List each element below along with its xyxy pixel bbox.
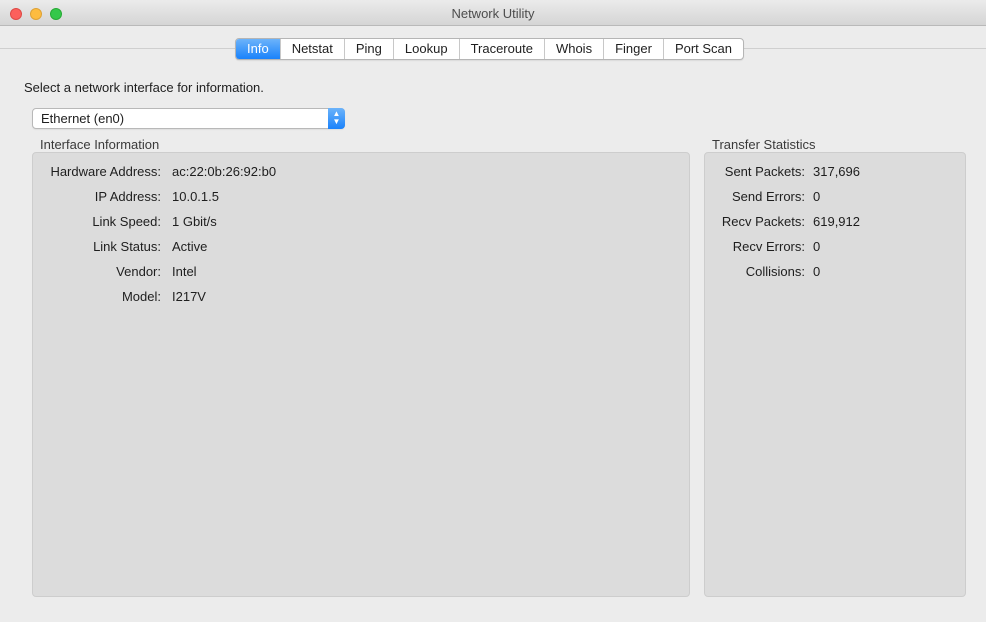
info-row-link-speed: Link Speed: 1 Gbit/s xyxy=(33,214,683,232)
stats-value: 0 xyxy=(813,239,821,254)
stats-value: 0 xyxy=(813,189,821,204)
stats-value: 317,696 xyxy=(813,164,860,179)
title-bar: Network Utility xyxy=(0,0,986,26)
stats-row-recv-packets: Recv Packets: 619,912 xyxy=(705,214,963,232)
interface-info-box: Hardware Address: ac:22:0b:26:92:b0 IP A… xyxy=(32,152,690,597)
stats-row-collisions: Collisions: 0 xyxy=(705,264,963,282)
tab-bar: Info Netstat Ping Lookup Traceroute Whoi… xyxy=(235,38,745,60)
tab-finger[interactable]: Finger xyxy=(603,39,663,59)
network-utility-window: Network Utility Info Netstat Ping Lookup… xyxy=(0,0,986,622)
tab-netstat[interactable]: Netstat xyxy=(279,39,344,59)
info-row-model: Model: I217V xyxy=(33,289,683,307)
tab-lookup[interactable]: Lookup xyxy=(392,39,459,59)
tab-info[interactable]: Info xyxy=(236,39,280,59)
stats-key: Recv Errors: xyxy=(732,239,805,254)
stats-row-recv-errors: Recv Errors: 0 xyxy=(705,239,963,257)
info-value: I217V xyxy=(172,289,206,304)
tab-port-scan[interactable]: Port Scan xyxy=(662,39,743,59)
stats-value: 0 xyxy=(813,264,821,279)
window-title: Network Utility xyxy=(451,6,535,21)
info-value: Active xyxy=(172,239,208,254)
info-row-vendor: Vendor: Intel xyxy=(33,264,683,282)
stats-key: Send Errors: xyxy=(732,189,805,204)
tab-ping[interactable]: Ping xyxy=(343,39,393,59)
info-key: Vendor: xyxy=(116,264,161,279)
stats-value: 619,912 xyxy=(813,214,860,229)
transfer-stats-title: Transfer Statistics xyxy=(712,137,816,152)
interface-prompt: Select a network interface for informati… xyxy=(24,80,264,95)
info-key: Link Speed: xyxy=(92,214,161,229)
info-key: IP Address: xyxy=(94,189,161,204)
info-row-link-status: Link Status: Active xyxy=(33,239,683,257)
stats-row-sent-packets: Sent Packets: 317,696 xyxy=(705,164,963,182)
interface-select[interactable]: Ethernet (en0) ▲ ▼ xyxy=(32,108,345,129)
stats-row-send-errors: Send Errors: 0 xyxy=(705,189,963,207)
info-value: ac:22:0b:26:92:b0 xyxy=(172,164,277,179)
stats-key: Sent Packets: xyxy=(724,164,805,179)
info-value: Intel xyxy=(172,264,197,279)
stats-key: Collisions: xyxy=(745,264,805,279)
info-row-ip-address: IP Address: 10.0.1.5 xyxy=(33,189,683,207)
info-row-hardware-address: Hardware Address: ac:22:0b:26:92:b0 xyxy=(33,164,683,182)
tab-whois[interactable]: Whois xyxy=(543,39,603,59)
stats-key: Recv Packets: xyxy=(721,214,805,229)
chevron-up-down-icon[interactable]: ▲ ▼ xyxy=(328,108,345,129)
interface-select-value: Ethernet (en0) xyxy=(41,111,125,126)
info-key: Hardware Address: xyxy=(50,164,161,179)
transfer-stats-box: Sent Packets: 317,696 Send Errors: 0 Rec… xyxy=(704,152,966,597)
tab-traceroute[interactable]: Traceroute xyxy=(458,39,544,59)
interface-info-title: Interface Information xyxy=(40,137,160,152)
info-key: Link Status: xyxy=(93,239,161,254)
info-value: 1 Gbit/s xyxy=(172,214,217,229)
info-key: Model: xyxy=(121,289,161,304)
info-value: 10.0.1.5 xyxy=(172,189,219,204)
